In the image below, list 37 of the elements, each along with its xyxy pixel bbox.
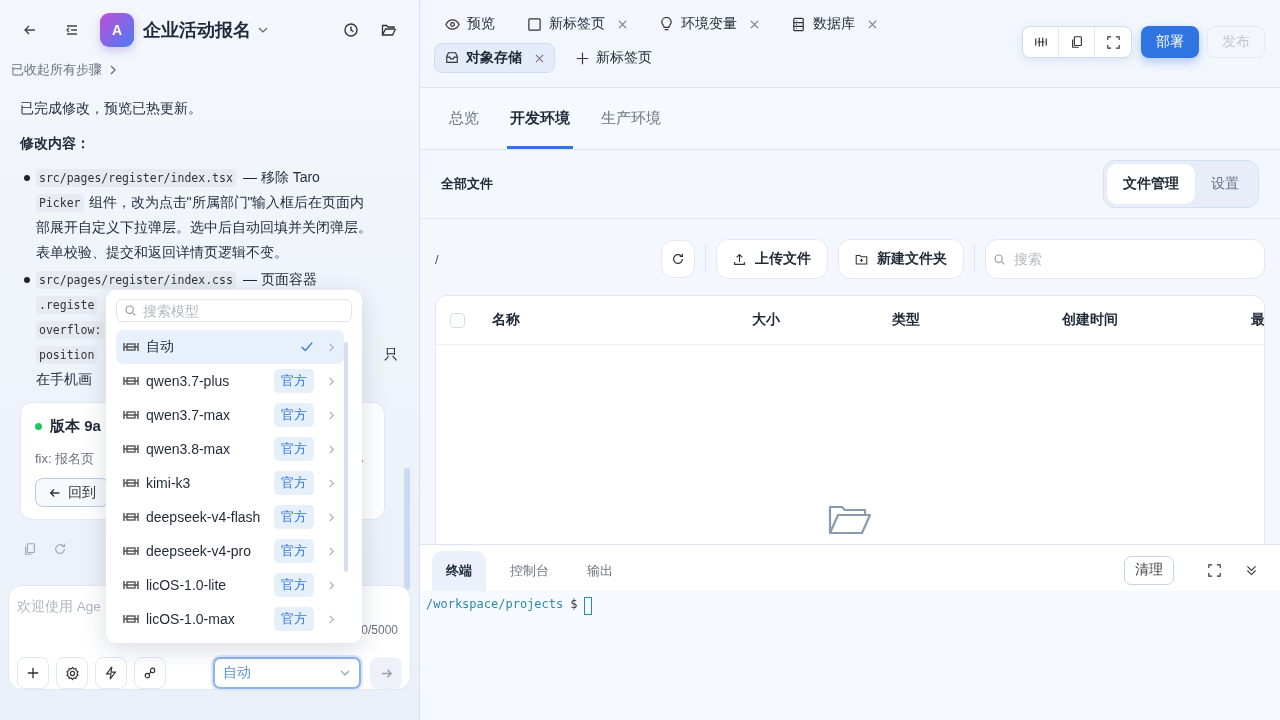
official-badge: 官方 — [274, 505, 314, 529]
official-badge: 官方 — [274, 539, 314, 563]
official-badge: 官方 — [274, 437, 314, 461]
column-header: 类型 — [892, 311, 920, 329]
code-chip: src/pages/register/index.tsx — [36, 168, 236, 187]
app-avatar: A — [100, 13, 134, 47]
version-title: 版本 9a — [50, 417, 101, 436]
char-count: 0/5000 — [361, 623, 398, 637]
message-text: 只 — [384, 345, 398, 364]
official-badge: 官方 — [274, 471, 314, 495]
column-header: 创建时间 — [1062, 311, 1118, 329]
section-title: 全部文件 — [441, 175, 493, 193]
prompt-symbol: $ — [570, 597, 578, 611]
message-text: 部展开自定义下拉弹层。选中后自动回填并关闭弹层。 — [36, 218, 372, 237]
column-header: 名称 — [492, 311, 520, 329]
version-summary: . — [360, 450, 364, 467]
version-summary: fix: 报名页 — [35, 450, 95, 468]
prompt-path: /workspace/projects — [426, 597, 564, 611]
column-header: 最 — [1251, 311, 1264, 329]
message-text: — 移除 Taro — [242, 168, 320, 187]
message-text: 组件，改为点击"所属部门"输入框后在页面内 — [88, 193, 365, 212]
code-chip: .registe — [36, 295, 98, 314]
message-text: 表单校验、提交和返回详情页逻辑不变。 — [36, 243, 288, 262]
column-header: 大小 — [752, 311, 780, 329]
message-text: — 页面容器 — [242, 270, 317, 289]
code-chip: position — [36, 345, 98, 364]
message-text: 在手机画 — [36, 370, 92, 389]
official-badge: 官方 — [274, 369, 314, 393]
path-text: / — [435, 251, 439, 267]
official-badge: 官方 — [274, 403, 314, 427]
message-heading: 修改内容： — [20, 134, 91, 153]
code-chip: Picker — [36, 193, 84, 212]
official-badge: 官方 — [274, 573, 314, 597]
code-chip: src/pages/register/index.css — [36, 270, 236, 289]
official-badge: 官方 — [274, 607, 314, 631]
code-chip: overflow: — [36, 320, 105, 339]
message-text: 已完成修改，预览已热更新。 — [20, 99, 203, 118]
